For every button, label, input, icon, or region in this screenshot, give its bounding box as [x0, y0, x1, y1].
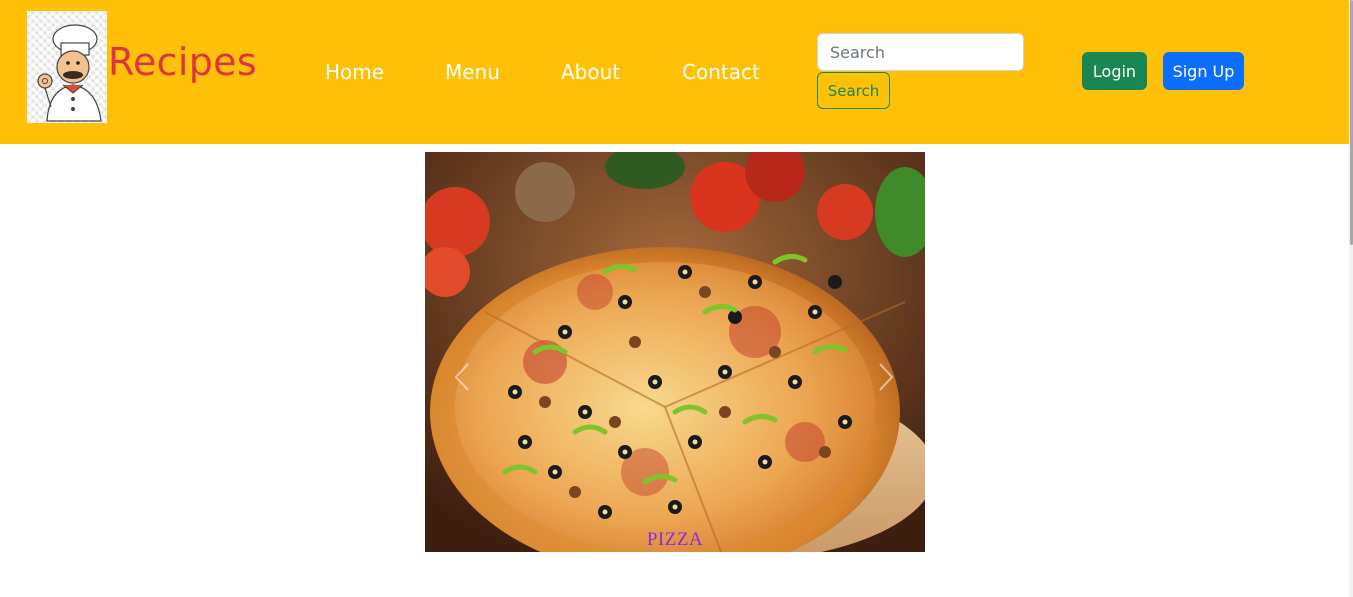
chevron-left-icon: [454, 363, 469, 391]
carousel-prev-button[interactable]: [447, 357, 477, 397]
search-input[interactable]: [817, 33, 1024, 71]
pizza-image: [425, 152, 925, 552]
chef-icon: [37, 24, 102, 122]
search-button[interactable]: Search: [817, 72, 890, 109]
slide-caption: PIZZA: [646, 529, 704, 550]
nav-link-home[interactable]: Home: [325, 60, 384, 84]
carousel-next-button[interactable]: [871, 357, 901, 397]
recipe-carousel: PIZZA: [425, 152, 925, 552]
chef-logo[interactable]: [27, 11, 107, 123]
brand-name[interactable]: Recipes: [108, 40, 257, 84]
chevron-right-icon: [879, 363, 894, 391]
login-button[interactable]: Login: [1082, 52, 1147, 90]
navbar: Recipes Home Menu About Contact Search L…: [0, 0, 1349, 144]
signup-button[interactable]: Sign Up: [1163, 52, 1244, 90]
nav-link-menu[interactable]: Menu: [445, 60, 500, 84]
nav-link-contact[interactable]: Contact: [682, 60, 760, 84]
nav-link-about[interactable]: About: [561, 60, 620, 84]
